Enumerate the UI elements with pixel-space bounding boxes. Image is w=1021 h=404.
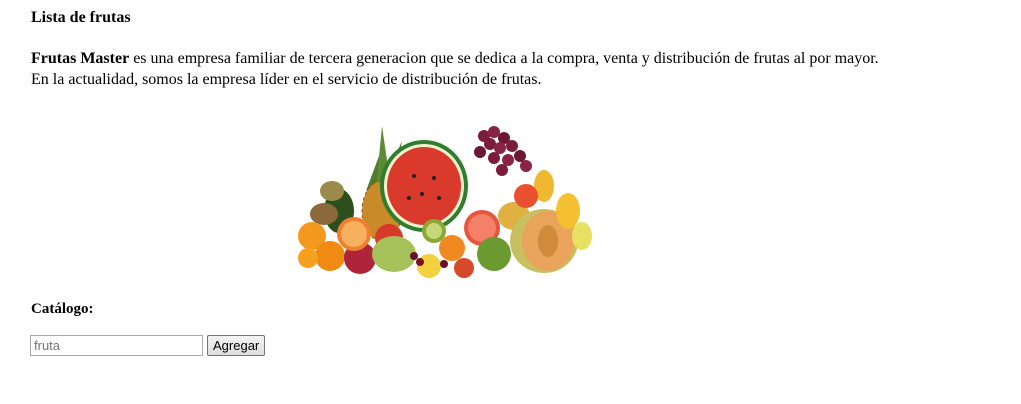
add-button[interactable]: Agregar (207, 335, 266, 356)
brand-name: Frutas Master (31, 50, 130, 67)
page-title: Lista de frutas (31, 9, 131, 26)
intro-line2: En la actualidad, somos la empresa líder… (31, 71, 542, 88)
intro-line1: es una empresa familiar de tercera gener… (129, 50, 879, 67)
fruit-input[interactable] (30, 335, 203, 356)
catalog-title: Catálogo: (31, 301, 94, 317)
intro-paragraph: Frutas Master es una empresa familiar de… (31, 48, 1011, 90)
fruit-assortment-image (298, 126, 592, 278)
